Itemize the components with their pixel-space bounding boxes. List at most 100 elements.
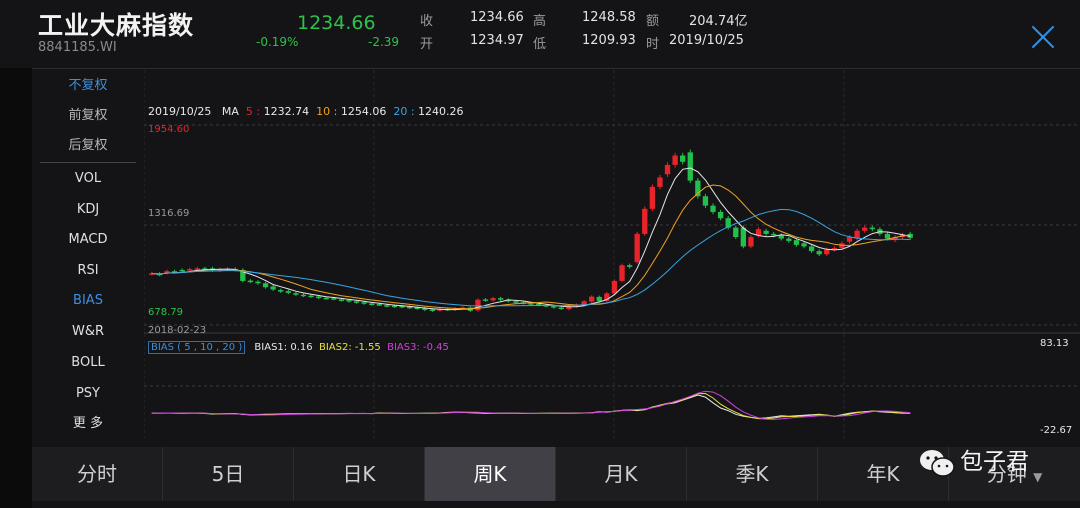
bias-params-box: BIAS ( 5 , 10 , 20 ) [148, 341, 246, 354]
candle-body [642, 208, 648, 234]
wechat-icon [920, 449, 955, 477]
candle-body [634, 233, 640, 263]
change-amount: -2.39 [368, 35, 400, 49]
candle-body [862, 227, 868, 231]
bias1-value: BIAS1: 0.16 [254, 342, 313, 353]
sidebar-item-boll[interactable]: BOLL [32, 351, 144, 375]
quote-value-time: 2019/10/25 [669, 33, 744, 48]
candle-body [589, 296, 595, 302]
ma5-label: 5 : [245, 105, 261, 118]
sidebar-item-forward-adjust[interactable]: 前复权 [32, 104, 144, 128]
candle-body [429, 309, 436, 311]
candle-body [657, 177, 663, 187]
candle-body [323, 297, 329, 300]
close-icon[interactable] [1030, 24, 1056, 50]
sidebar-item-bias[interactable]: BIAS [32, 289, 144, 313]
tab-monthly[interactable]: 月K [556, 447, 687, 501]
index-title: 工业大麻指数 [38, 11, 195, 40]
sidebar-item-psy[interactable]: PSY [32, 382, 144, 406]
ma10-line [151, 184, 911, 310]
candle-body [331, 298, 337, 300]
quote-value-low: 1209.93 [582, 33, 636, 48]
change-percent: -0.19% [256, 35, 299, 49]
candle-body [786, 238, 792, 241]
candle-body [611, 280, 618, 294]
candle-body [702, 196, 709, 206]
tab-quarterly[interactable]: 季K [687, 447, 818, 501]
sidebar-item-rsi[interactable]: RSI [32, 259, 144, 283]
candle-body [824, 249, 830, 255]
candle-body [285, 291, 291, 293]
candle-body [353, 301, 360, 303]
bias-legend: BIAS ( 5 , 10 , 20 ) BIAS1: 0.16 BIAS2: … [148, 341, 449, 354]
bias2-value: BIAS2: -1.55 [318, 342, 381, 353]
ma20-line [151, 208, 911, 307]
last-price: 1234.66 [297, 12, 376, 34]
tab-5day[interactable]: 5日 [163, 447, 294, 501]
quote-header: 工业大麻指数 8841185.WI 1234.66 -0.19% -2.39 收… [0, 0, 1080, 68]
candle-body [763, 230, 769, 234]
axis-high-label: 1954.60 [148, 124, 190, 135]
ma20-label: 20 : [393, 105, 415, 118]
candle-body [816, 251, 822, 255]
candle-body [558, 307, 564, 310]
candle-body [498, 298, 504, 300]
wechat-watermark: 包子君 [918, 442, 1029, 478]
ma-legend: 2019/10/25 MA 5 : 1232.74 10 : 1254.06 2… [148, 105, 464, 118]
quote-value-close: 1234.66 [470, 10, 524, 25]
axis-mid-label: 1316.69 [148, 208, 190, 219]
candle-body [619, 265, 625, 281]
dropdown-arrow-icon: ▼ [1033, 470, 1043, 484]
sidebar-item-backward-adjust[interactable]: 后复权 [32, 134, 144, 158]
sidebar-item-wr[interactable]: W&R [32, 320, 144, 344]
candle-body [490, 298, 496, 301]
candle-body [361, 302, 367, 304]
ma10-label: 10 : [316, 105, 338, 118]
tab-daily[interactable]: 日K [294, 447, 425, 501]
ma-date: 2019/10/25 [148, 105, 212, 118]
candle-body [551, 305, 557, 308]
ma-title: MA [221, 105, 239, 118]
ma5-value: 1232.74 [263, 105, 310, 118]
tab-intraday[interactable]: 分时 [32, 447, 163, 501]
sidebar-item-vol[interactable]: VOL [32, 167, 144, 191]
candle-body [771, 233, 777, 236]
watermark-text: 包子君 [960, 449, 1029, 475]
candle-body [513, 301, 519, 303]
candle-body [338, 299, 345, 301]
sidebar-item-no-adjust[interactable]: 不复权 [32, 74, 144, 98]
candle-body [649, 186, 656, 209]
quote-label-time: 时 [646, 37, 660, 52]
quote-label-low: 低 [533, 37, 547, 52]
bias-lines [151, 390, 911, 420]
candle-body [846, 237, 853, 242]
candle-body [346, 300, 352, 302]
candle-body [680, 155, 686, 162]
candle-body [369, 303, 375, 305]
indicator-sidebar: 不复权 前复权 后复权 VOL KDJ MACD RSI BIAS W&R BO… [32, 70, 144, 440]
candle-body [687, 152, 693, 181]
quote-label-open: 开 [420, 37, 434, 52]
candle-body [482, 299, 489, 301]
candle-body [869, 227, 875, 230]
sidebar-item-macd[interactable]: MACD [32, 228, 144, 252]
quote-value-high: 1248.58 [582, 10, 636, 25]
candle-body [740, 227, 747, 247]
sidebar-item-kdj[interactable]: KDJ [32, 198, 144, 222]
candle-body [626, 265, 633, 267]
candle-body [808, 246, 815, 252]
sidebar-item-more[interactable]: 更 多 [32, 412, 144, 436]
candle-body [801, 243, 807, 247]
candle-body [884, 233, 891, 239]
tab-weekly[interactable]: 周K [425, 447, 556, 501]
header-divider [32, 68, 1080, 69]
candle-body [247, 280, 254, 283]
candle-body [262, 283, 269, 288]
quote-label-close: 收 [420, 14, 434, 29]
candle-body [179, 269, 185, 272]
quote-value-amount: 204.74亿 [689, 14, 748, 29]
candle-body [717, 211, 724, 219]
bias-axis-bottom: -22.67 [1040, 425, 1073, 436]
candle-body [710, 205, 716, 212]
kline-chart[interactable] [144, 70, 1080, 440]
